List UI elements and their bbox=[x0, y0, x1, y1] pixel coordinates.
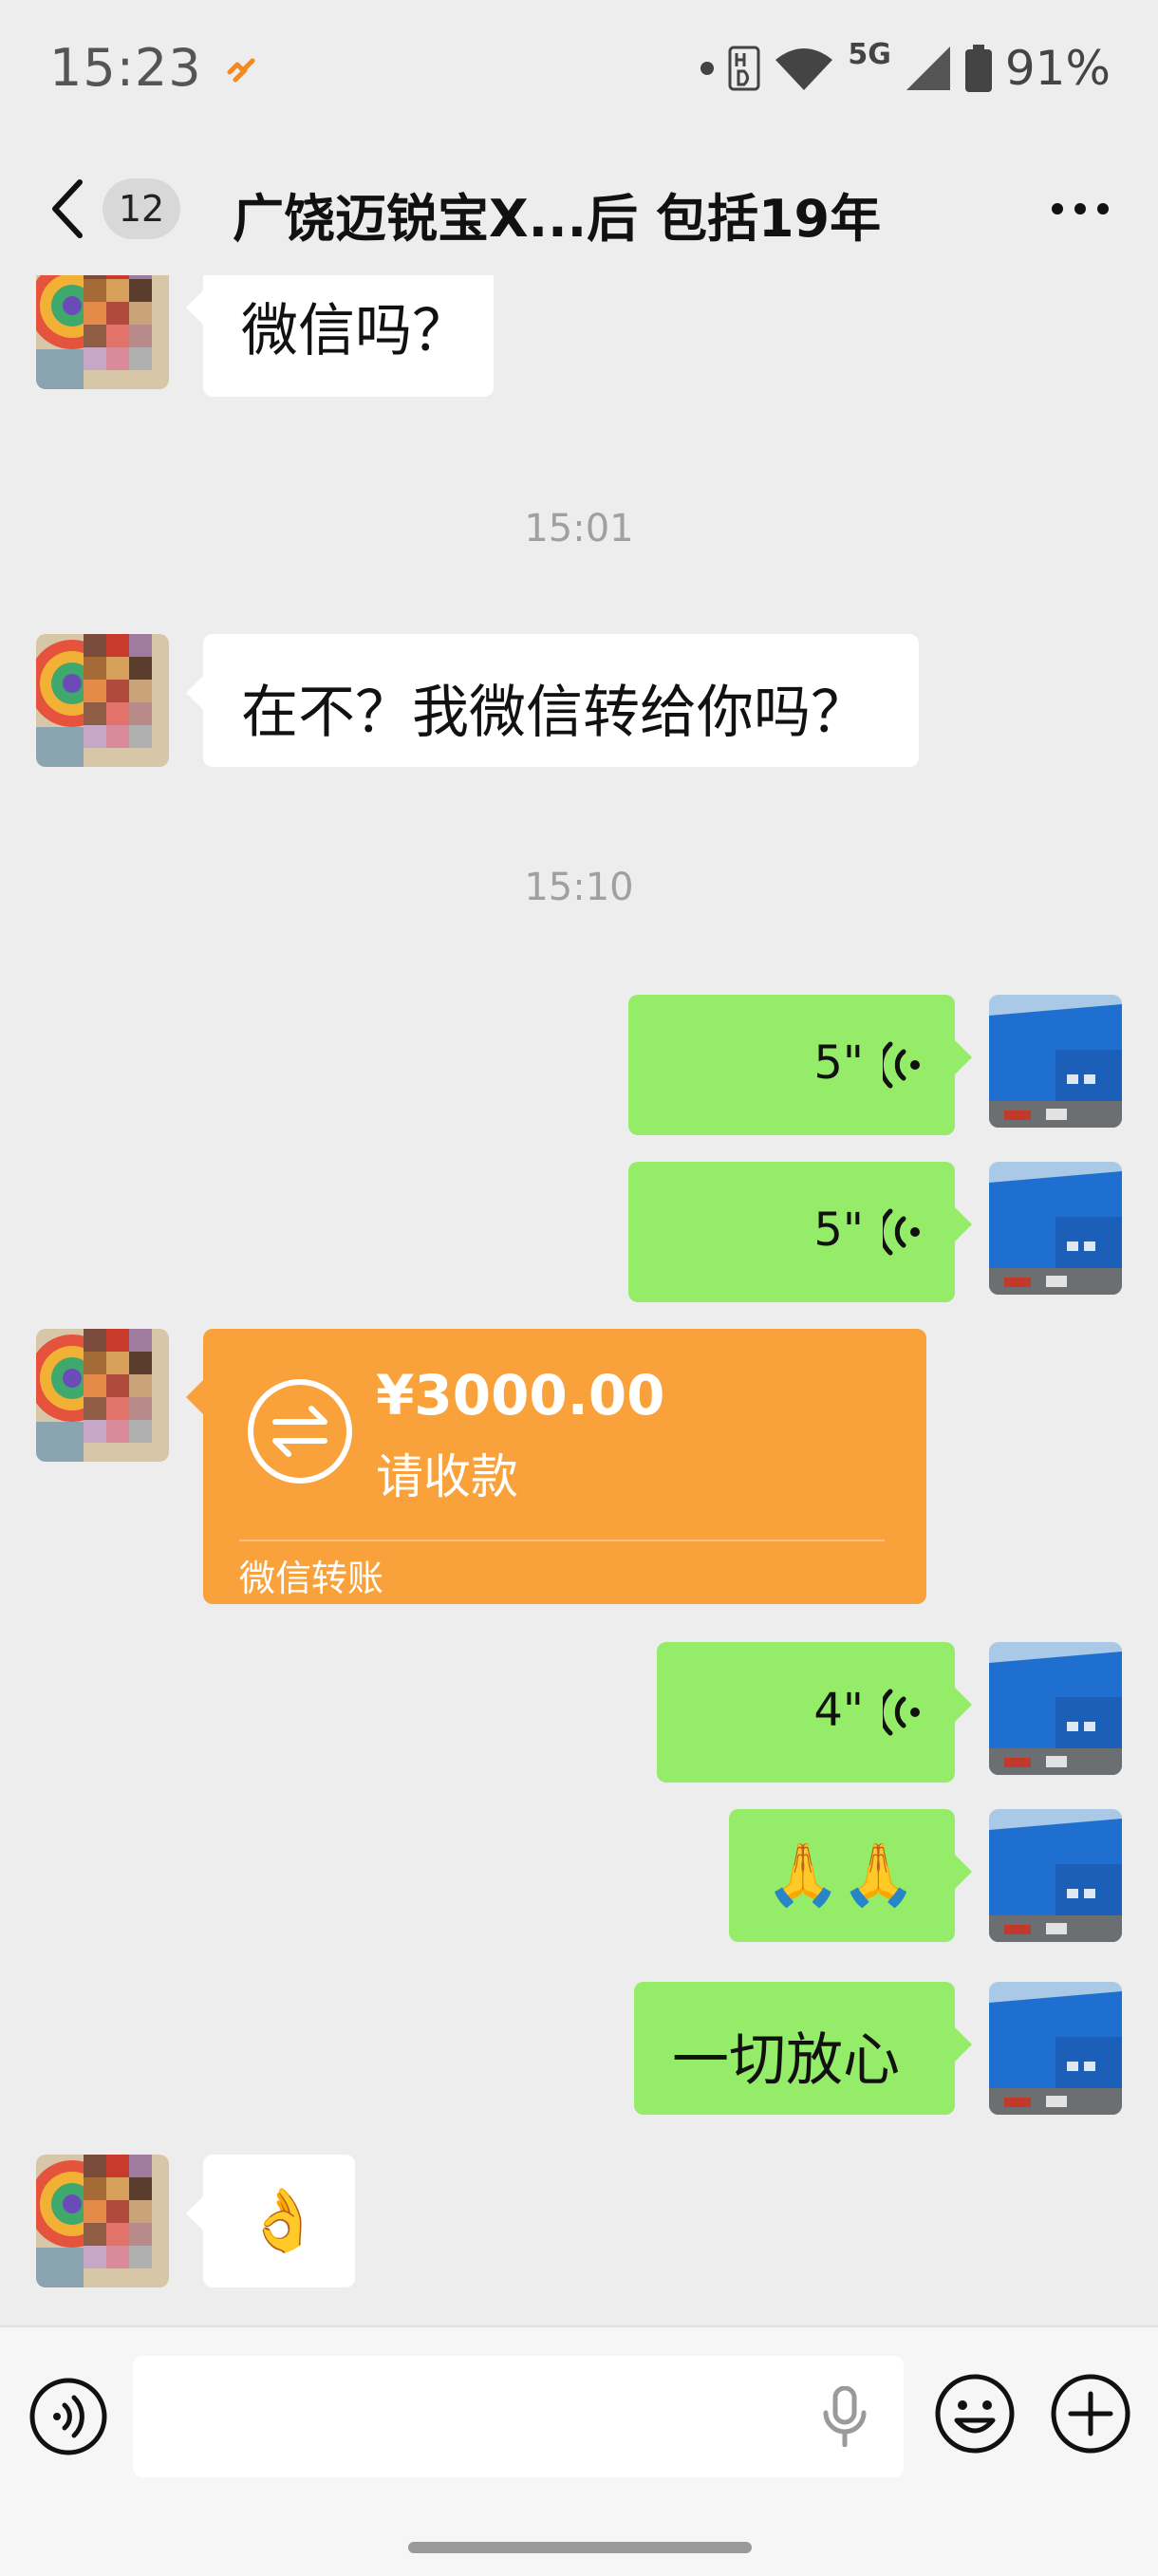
voice-duration: 4" bbox=[813, 1684, 864, 1737]
my-avatar[interactable] bbox=[989, 995, 1122, 1128]
battery-icon bbox=[964, 45, 992, 92]
network-type-text: 5G bbox=[848, 38, 891, 71]
transfer-amount: ¥3000.00 bbox=[376, 1363, 665, 1428]
message-timestamp: 15:10 bbox=[524, 866, 634, 909]
plus-circle-icon[interactable] bbox=[1050, 2373, 1131, 2455]
emoji-button[interactable] bbox=[934, 2373, 1016, 2455]
contact-avatar[interactable] bbox=[36, 1329, 169, 1462]
hd-icon bbox=[728, 46, 760, 91]
voice-duration: 5" bbox=[813, 1036, 864, 1090]
signal-icon bbox=[906, 47, 950, 90]
status-bar: 15:23 5G 91% bbox=[0, 0, 1158, 142]
unread-count-badge[interactable]: 12 bbox=[103, 178, 180, 239]
message-bubble-received[interactable]: 微信吗？ bbox=[186, 275, 494, 397]
voice-wave-icon bbox=[883, 1040, 923, 1090]
chat-message-list[interactable]: 微信吗？ 15:01 在不？我微信转给你吗？ 15:10 5" 5" bbox=[0, 275, 1158, 2325]
status-time: 15:23 bbox=[49, 38, 202, 98]
message-text: 在不？我微信转给你吗？ bbox=[241, 680, 868, 746]
my-avatar[interactable] bbox=[989, 1642, 1122, 1775]
chat-header: 12 广饶迈锐宝X...后 包括19年 bbox=[0, 142, 1158, 275]
status-indicators: 5G 91% bbox=[700, 38, 1111, 99]
input-bar bbox=[0, 2325, 1158, 2576]
voice-message-sent[interactable]: 5" bbox=[628, 995, 972, 1135]
home-indicator bbox=[408, 2542, 752, 2553]
voice-wave-icon bbox=[883, 1207, 923, 1257]
microphone-icon[interactable] bbox=[820, 2386, 869, 2447]
more-options-button[interactable] bbox=[1048, 180, 1112, 237]
transfer-label: 微信转账 bbox=[239, 1558, 384, 1599]
message-bubble-received[interactable]: 在不？我微信转给你吗？ bbox=[186, 634, 919, 767]
my-avatar[interactable] bbox=[989, 1982, 1122, 2115]
emoji-message: 👌 bbox=[245, 2186, 321, 2256]
voice-message-sent[interactable]: 5" bbox=[628, 1162, 972, 1302]
voice-message-sent[interactable]: 4" bbox=[657, 1642, 972, 1783]
emoji-message: 🙏🙏 bbox=[765, 1840, 917, 1911]
contact-avatar[interactable] bbox=[36, 634, 169, 767]
voice-input-toggle[interactable] bbox=[28, 2377, 108, 2456]
message-bubble-sent[interactable]: 一切放心 bbox=[634, 1982, 972, 2115]
message-bubble-received[interactable]: 👌 bbox=[186, 2155, 355, 2287]
transfer-status: 请收款 bbox=[376, 1449, 518, 1504]
transfer-divider bbox=[239, 1540, 885, 1541]
back-button[interactable] bbox=[47, 178, 85, 239]
voice-duration: 5" bbox=[813, 1204, 864, 1257]
contact-avatar[interactable] bbox=[36, 2155, 169, 2287]
my-avatar[interactable] bbox=[989, 1162, 1122, 1295]
notification-dot-icon bbox=[700, 62, 715, 75]
battery-percent: 91% bbox=[1004, 41, 1111, 96]
message-input[interactable] bbox=[133, 2356, 904, 2477]
message-bubble-sent[interactable]: 🙏🙏 bbox=[729, 1809, 972, 1942]
heartbeat-badge-icon bbox=[227, 58, 255, 83]
message-text: 微信吗？ bbox=[241, 298, 469, 364]
chat-title: 广饶迈锐宝X...后 包括19年 bbox=[233, 189, 882, 249]
message-text: 一切放心 bbox=[672, 2027, 900, 2094]
wifi-icon bbox=[775, 48, 833, 90]
voice-wave-icon bbox=[883, 1688, 923, 1737]
my-avatar[interactable] bbox=[989, 1809, 1122, 1942]
contact-avatar[interactable] bbox=[36, 275, 169, 389]
message-timestamp: 15:01 bbox=[524, 507, 634, 551]
exchange-arrows-icon bbox=[248, 1379, 352, 1484]
